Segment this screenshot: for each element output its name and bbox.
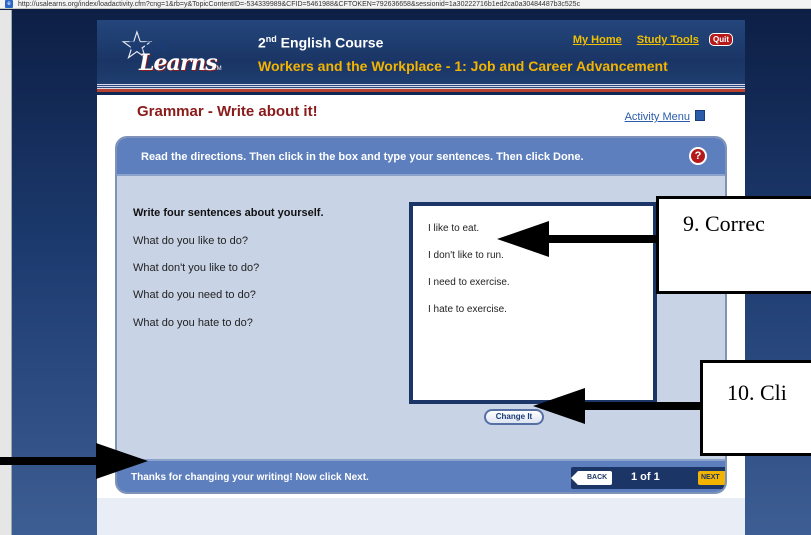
- url-text: http://usalearns.org/index/loadactivity.…: [18, 1, 581, 8]
- course-ordinal: nd: [265, 34, 277, 44]
- header-nav: My Home Study Tools Quit: [561, 33, 733, 46]
- menu-icon: [695, 110, 705, 121]
- question-3: What do you need to do?: [133, 289, 256, 301]
- back-button[interactable]: BACK: [570, 471, 613, 485]
- unit-title: Workers and the Workplace - 1: Job and C…: [258, 58, 668, 74]
- arrow-status-shaft: [0, 457, 100, 465]
- logo-text-bottom: Learns: [139, 50, 218, 76]
- activity-content: Grammar - Write about it! Activity Menu …: [97, 95, 745, 535]
- answer-line-3: I need to exercise.: [428, 277, 510, 288]
- status-message: Thanks for changing your writing! Now cl…: [131, 472, 369, 483]
- directions-text: Read the directions. Then click in the b…: [141, 151, 584, 163]
- activity-menu-label: Activity Menu: [624, 111, 690, 123]
- directions-bar: Read the directions. Then click in the b…: [117, 138, 725, 176]
- answer-line-4: I hate to exercise.: [428, 304, 507, 315]
- help-icon[interactable]: ?: [689, 147, 707, 165]
- quit-button[interactable]: Quit: [709, 33, 733, 46]
- arrow-9-shaft: [547, 235, 659, 243]
- question-1: What do you like to do?: [133, 235, 248, 247]
- callout-step-9: 9. Correc: [656, 196, 811, 294]
- status-bar: Thanks for changing your writing! Now cl…: [117, 459, 725, 492]
- course-number: 2: [258, 34, 266, 51]
- page-title: Grammar - Write about it!: [137, 103, 318, 120]
- next-button[interactable]: NEXT: [698, 471, 725, 485]
- course-title: 2nd English Course: [258, 34, 383, 51]
- usa-learns-logo[interactable]: ☆ U.S.A. Learns TM: [119, 26, 239, 76]
- answer-line-2: I don't like to run.: [428, 250, 504, 261]
- pager: BACK 1 of 1 NEXT: [570, 467, 725, 489]
- logo-trademark: TM: [213, 66, 222, 72]
- question-2: What don't you like to do?: [133, 262, 260, 274]
- browser-address-bar[interactable]: e http://usalearns.org/index/loadactivity…: [0, 0, 811, 9]
- answer-line-1: I like to eat.: [428, 223, 480, 234]
- callout-step-10: 10. Cli: [700, 360, 811, 456]
- prompt-title: Write four sentences about yourself.: [133, 207, 324, 219]
- question-4: What do you hate to do?: [133, 317, 253, 329]
- header-stripe: [97, 84, 745, 89]
- content-footer: [97, 498, 745, 535]
- arrow-status-head-icon: [96, 443, 148, 479]
- browser-icon: e: [5, 0, 13, 8]
- study-tools-link[interactable]: Study Tools: [637, 34, 699, 46]
- arrow-10-shaft: [583, 402, 703, 410]
- activity-panel: Read the directions. Then click in the b…: [115, 136, 727, 494]
- site-header: ☆ U.S.A. Learns TM 2nd English Course Wo…: [97, 20, 745, 92]
- my-home-link[interactable]: My Home: [573, 34, 622, 46]
- course-name: English Course: [276, 34, 384, 51]
- arrow-10-head-icon: [533, 388, 585, 424]
- arrow-9-head-icon: [497, 221, 549, 257]
- page-count: 1 of 1: [631, 471, 660, 483]
- activity-menu-link[interactable]: Activity Menu: [625, 110, 705, 123]
